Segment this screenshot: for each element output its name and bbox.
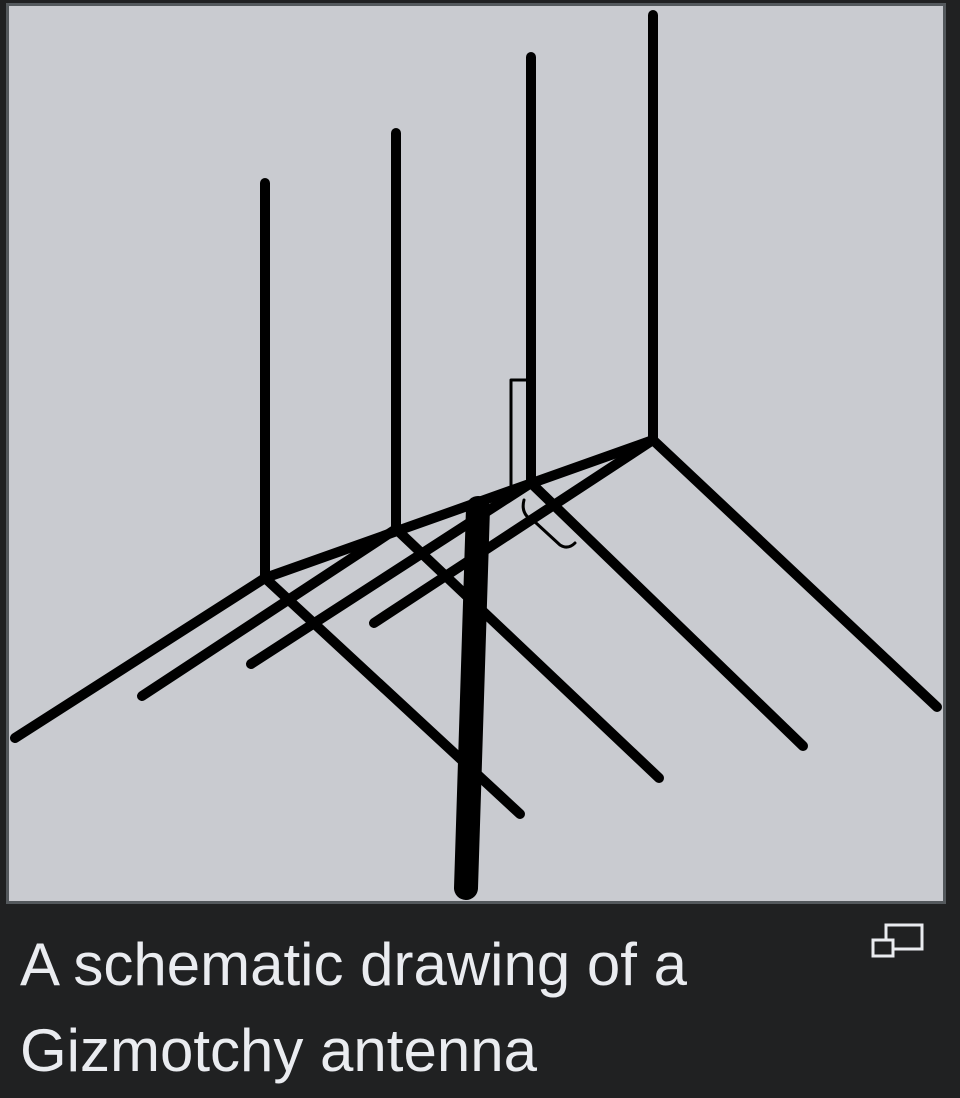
boom bbox=[260, 435, 658, 583]
element-4-left-radial bbox=[369, 435, 658, 628]
figure: A schematic drawing of a Gizmotchy anten… bbox=[0, 0, 960, 1098]
feed-stub bbox=[509, 378, 529, 492]
figure-caption: A schematic drawing of a Gizmotchy anten… bbox=[20, 931, 688, 1084]
antenna-diagram[interactable] bbox=[6, 3, 946, 904]
antenna-schematic-drawing bbox=[10, 10, 942, 900]
element-1-left-radial bbox=[10, 573, 270, 743]
element-3-right-radial bbox=[526, 478, 808, 751]
mast bbox=[454, 496, 490, 900]
element-4-right-radial bbox=[648, 435, 942, 712]
magnify-clip-icon[interactable] bbox=[868, 920, 928, 964]
